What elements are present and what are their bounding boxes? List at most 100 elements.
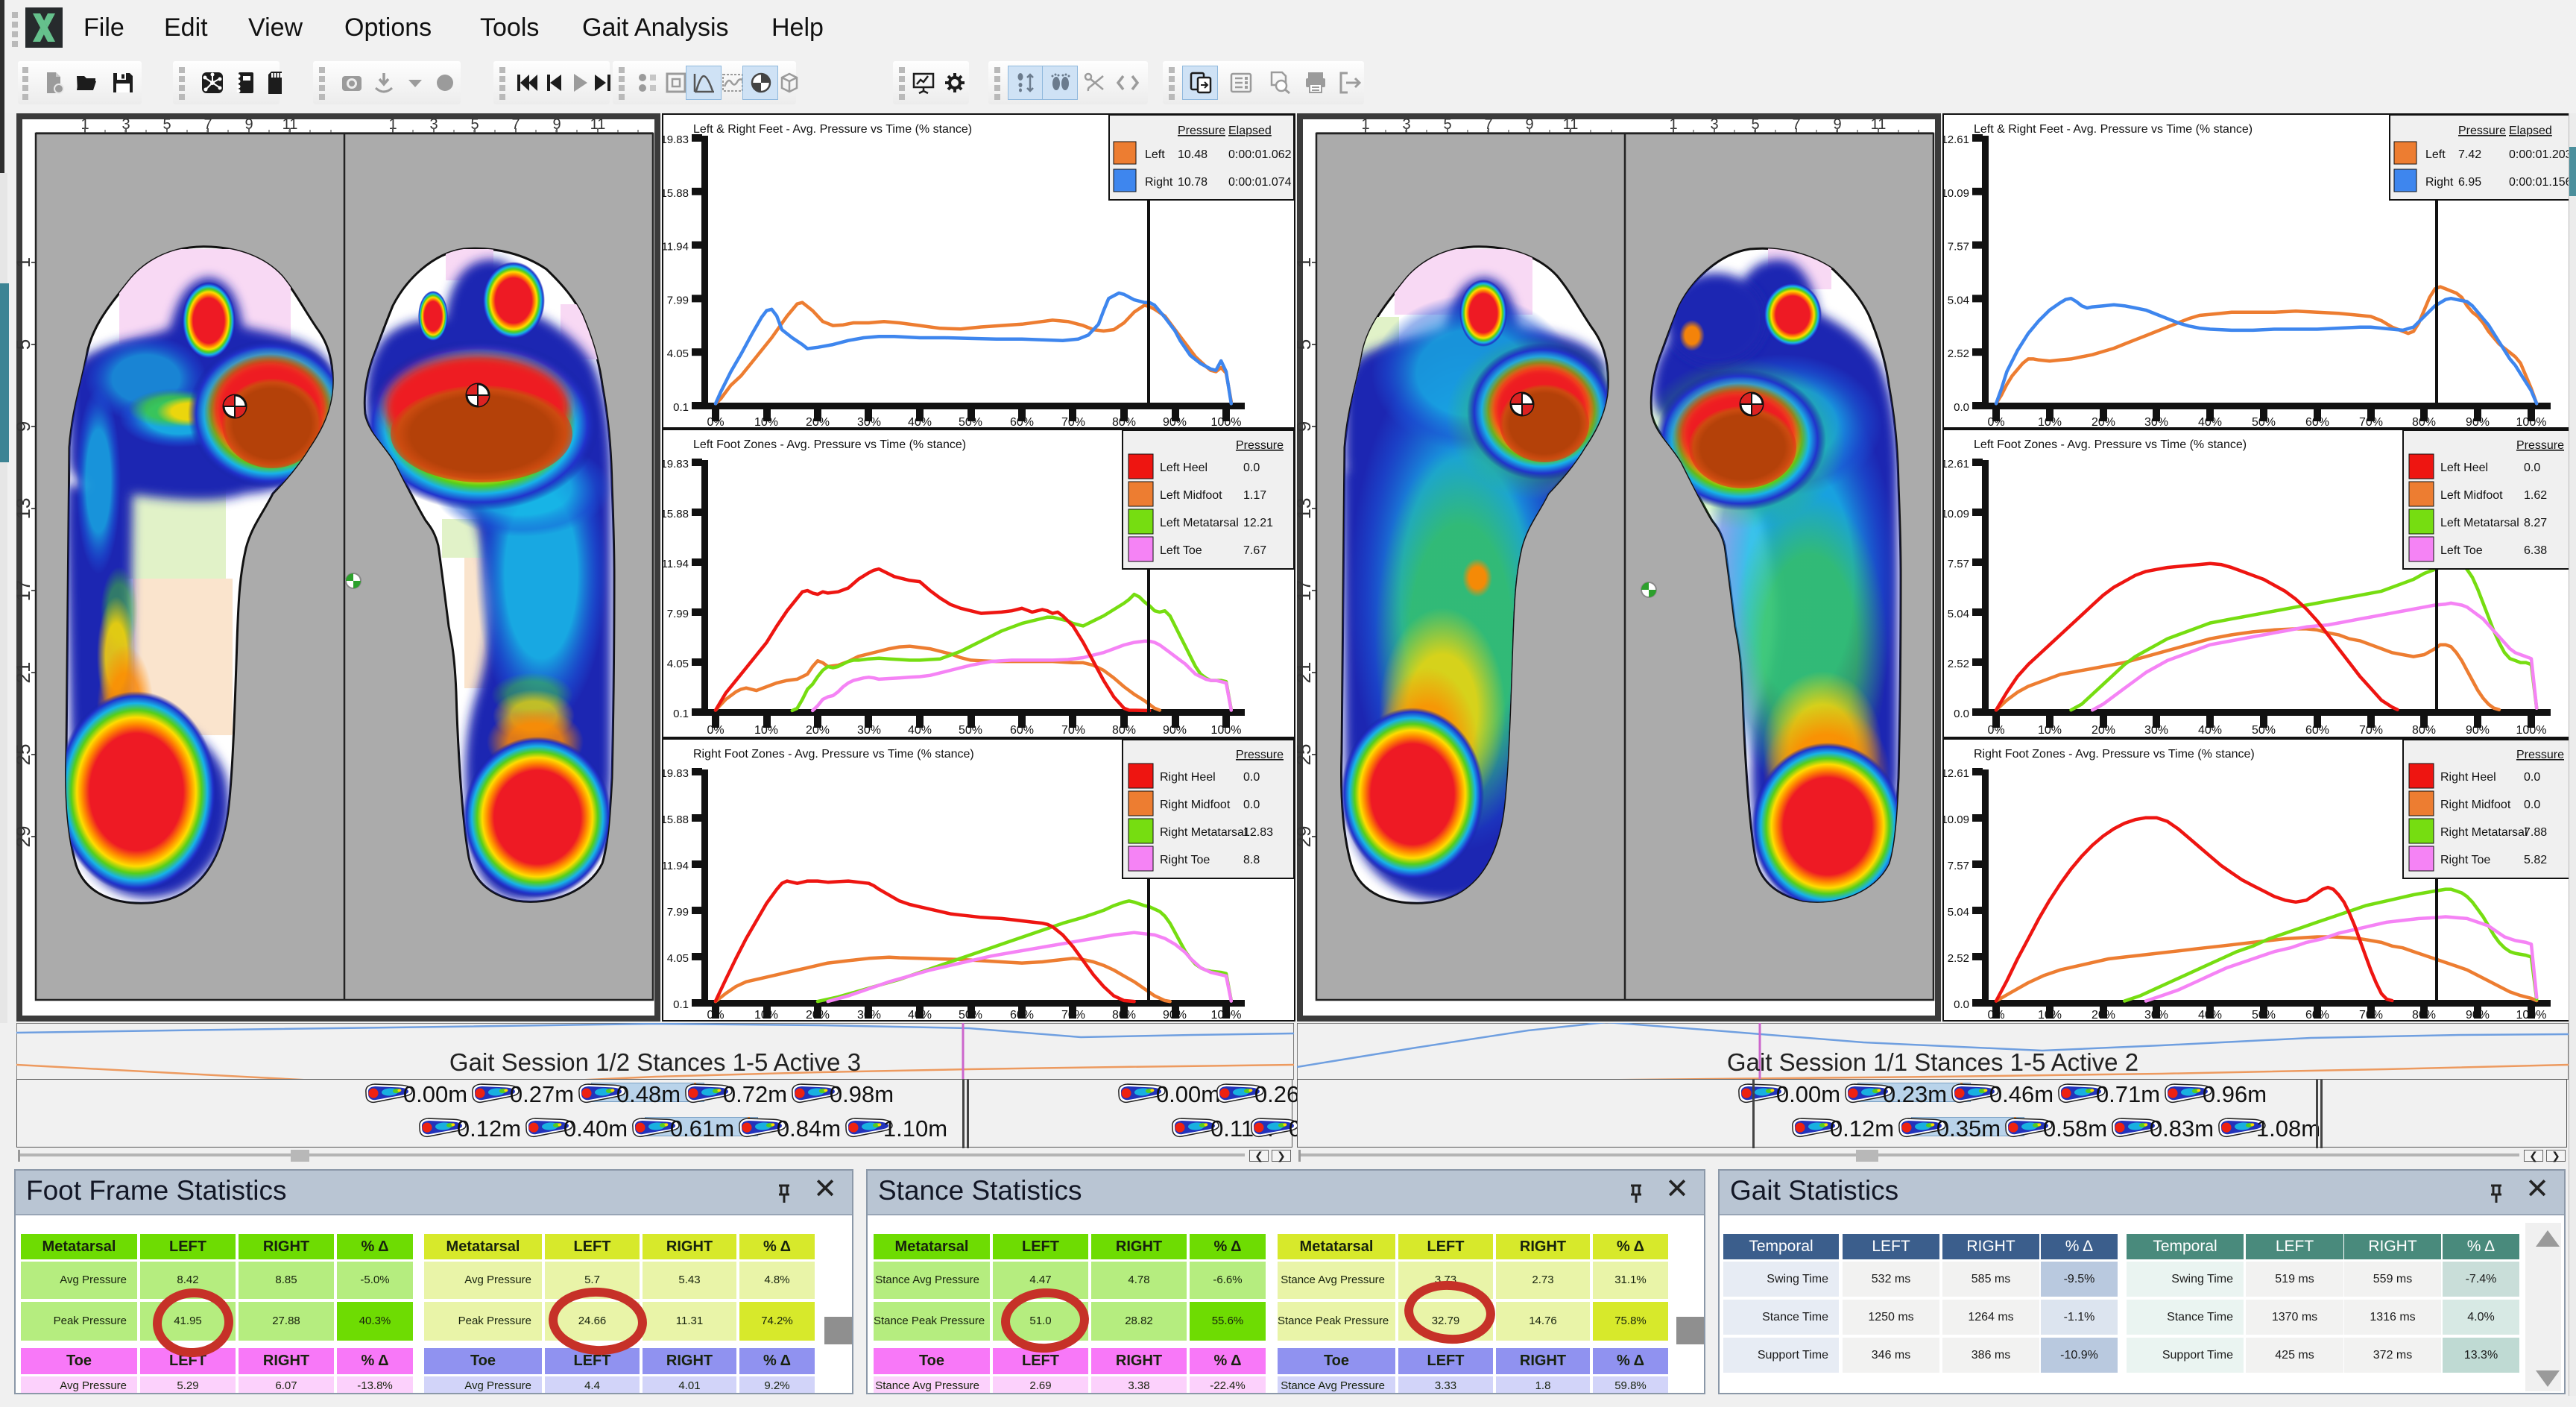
svg-text:Right Midfoot: Right Midfoot: [2440, 799, 2511, 811]
svg-text:7.42: 7.42: [2458, 148, 2481, 161]
svg-text:19.83: 19.83: [662, 458, 689, 470]
svg-text:100%: 100%: [1211, 416, 1242, 429]
svg-text:50%: 50%: [2252, 724, 2276, 737]
svg-text:10.09: 10.09: [1942, 187, 1969, 200]
svg-text:0:00:01.203: 0:00:01.203: [2509, 148, 2572, 161]
svg-text:1.17: 1.17: [1243, 489, 1266, 502]
svg-text:Right Midfoot: Right Midfoot: [1160, 799, 1231, 811]
svg-text:60%: 60%: [2305, 724, 2329, 737]
svg-text:Left: Left: [1145, 148, 1165, 161]
svg-text:20%: 20%: [806, 1009, 830, 1022]
svg-text:Left Foot Zones - Avg. Pressur: Left Foot Zones - Avg. Pressure vs Time …: [693, 438, 966, 451]
svg-text:90%: 90%: [2466, 416, 2490, 429]
svg-text:70%: 70%: [2359, 724, 2383, 737]
svg-text:Elapsed: Elapsed: [2509, 125, 2552, 137]
svg-text:10.09: 10.09: [1942, 813, 1969, 826]
svg-text:0%: 0%: [707, 416, 724, 429]
svg-text:0.1: 0.1: [673, 401, 689, 414]
svg-text:50%: 50%: [959, 416, 982, 429]
svg-text:2.52: 2.52: [1948, 658, 1969, 670]
svg-text:Right Metatarsal: Right Metatarsal: [1160, 826, 1247, 839]
svg-text:10%: 10%: [2038, 1009, 2062, 1022]
svg-text:30%: 30%: [857, 724, 881, 737]
svg-text:12.61: 12.61: [1942, 133, 1969, 146]
svg-text:Left & Right Feet - Avg. Press: Left & Right Feet - Avg. Pressure vs Tim…: [1974, 123, 2253, 136]
svg-text:0.0: 0.0: [1243, 462, 1260, 474]
svg-text:20%: 20%: [2092, 1009, 2115, 1022]
svg-text:19.83: 19.83: [662, 133, 689, 146]
svg-text:2.52: 2.52: [1948, 347, 1969, 360]
svg-text:0:00:01.156: 0:00:01.156: [2509, 176, 2572, 189]
svg-text:80%: 80%: [2412, 1009, 2436, 1022]
svg-text:30%: 30%: [2144, 724, 2168, 737]
svg-text:80%: 80%: [1112, 416, 1136, 429]
svg-text:40%: 40%: [908, 1009, 932, 1022]
svg-text:6.38: 6.38: [2524, 544, 2547, 557]
svg-text:50%: 50%: [2252, 1009, 2276, 1022]
svg-text:0.0: 0.0: [1954, 401, 1969, 414]
svg-text:50%: 50%: [2252, 416, 2276, 429]
svg-text:10%: 10%: [2038, 724, 2062, 737]
svg-text:19.83: 19.83: [662, 767, 689, 780]
svg-text:7.57: 7.57: [1948, 241, 1969, 254]
svg-text:Right Heel: Right Heel: [1160, 771, 1216, 784]
svg-text:Left Heel: Left Heel: [1160, 462, 1208, 474]
svg-text:30%: 30%: [2144, 1009, 2168, 1022]
svg-text:Left Metatarsal: Left Metatarsal: [2440, 517, 2519, 529]
svg-text:1.62: 1.62: [2524, 489, 2547, 502]
svg-text:Left Midfoot: Left Midfoot: [2440, 489, 2503, 502]
svg-text:0.0: 0.0: [1243, 799, 1260, 811]
svg-text:70%: 70%: [2359, 1009, 2383, 1022]
svg-text:70%: 70%: [1061, 724, 1085, 737]
svg-text:0:00:01.074: 0:00:01.074: [1228, 176, 1292, 189]
svg-text:Left Metatarsal: Left Metatarsal: [1160, 517, 1239, 529]
svg-text:11.94: 11.94: [662, 241, 689, 254]
svg-text:20%: 20%: [2092, 724, 2115, 737]
svg-text:0%: 0%: [1987, 416, 2004, 429]
svg-text:Gait Session 1/2 Stances 1-5: Gait Session 1/2 Stances 1-5 Active 3: [449, 1048, 861, 1076]
svg-text:7.99: 7.99: [667, 294, 689, 306]
svg-text:8.8: 8.8: [1243, 854, 1260, 866]
svg-text:4.05: 4.05: [667, 952, 689, 965]
svg-text:7.57: 7.57: [1948, 860, 1969, 872]
svg-text:50%: 50%: [959, 1009, 982, 1022]
svg-text:80%: 80%: [2412, 724, 2436, 737]
svg-text:Left Toe: Left Toe: [2440, 544, 2483, 557]
svg-text:Left Toe: Left Toe: [1160, 544, 1202, 557]
svg-text:10%: 10%: [754, 724, 778, 737]
svg-text:7.99: 7.99: [667, 906, 689, 919]
svg-text:10%: 10%: [2038, 416, 2062, 429]
svg-text:15.88: 15.88: [662, 508, 689, 520]
svg-text:70%: 70%: [2359, 416, 2383, 429]
svg-text:60%: 60%: [1010, 416, 1034, 429]
svg-text:40%: 40%: [2198, 416, 2222, 429]
svg-text:Left: Left: [2425, 148, 2446, 161]
svg-text:4.05: 4.05: [667, 658, 689, 670]
svg-text:Right Heel: Right Heel: [2440, 771, 2496, 784]
svg-text:100%: 100%: [1211, 724, 1242, 737]
svg-text:0%: 0%: [707, 1009, 724, 1022]
svg-text:0.0: 0.0: [2524, 799, 2540, 811]
svg-text:10%: 10%: [754, 416, 778, 429]
svg-text:50%: 50%: [959, 724, 982, 737]
svg-text:40%: 40%: [908, 724, 932, 737]
svg-text:Pressure: Pressure: [2516, 749, 2564, 761]
svg-text:20%: 20%: [806, 724, 830, 737]
svg-text:100%: 100%: [1211, 1009, 1242, 1022]
svg-text:Elapsed: Elapsed: [1228, 125, 1272, 137]
svg-text:40%: 40%: [2198, 724, 2222, 737]
svg-text:0.0: 0.0: [1954, 708, 1969, 720]
svg-text:0.0: 0.0: [2524, 771, 2540, 784]
svg-text:12.83: 12.83: [1243, 826, 1273, 839]
svg-text:Right: Right: [1145, 176, 1173, 189]
svg-text:0.1: 0.1: [673, 708, 689, 720]
svg-text:60%: 60%: [1010, 1009, 1034, 1022]
svg-text:11.94: 11.94: [662, 860, 689, 872]
svg-text:30%: 30%: [2144, 416, 2168, 429]
svg-text:Gait Session 1/1 Stances 1-5: Gait Session 1/1 Stances 1-5 Active 2: [1727, 1048, 2138, 1076]
svg-text:Right: Right: [2425, 176, 2454, 189]
svg-text:10.78: 10.78: [1178, 176, 1208, 189]
svg-text:100%: 100%: [2516, 1009, 2547, 1022]
svg-text:100%: 100%: [2516, 724, 2547, 737]
svg-text:80%: 80%: [2412, 416, 2436, 429]
